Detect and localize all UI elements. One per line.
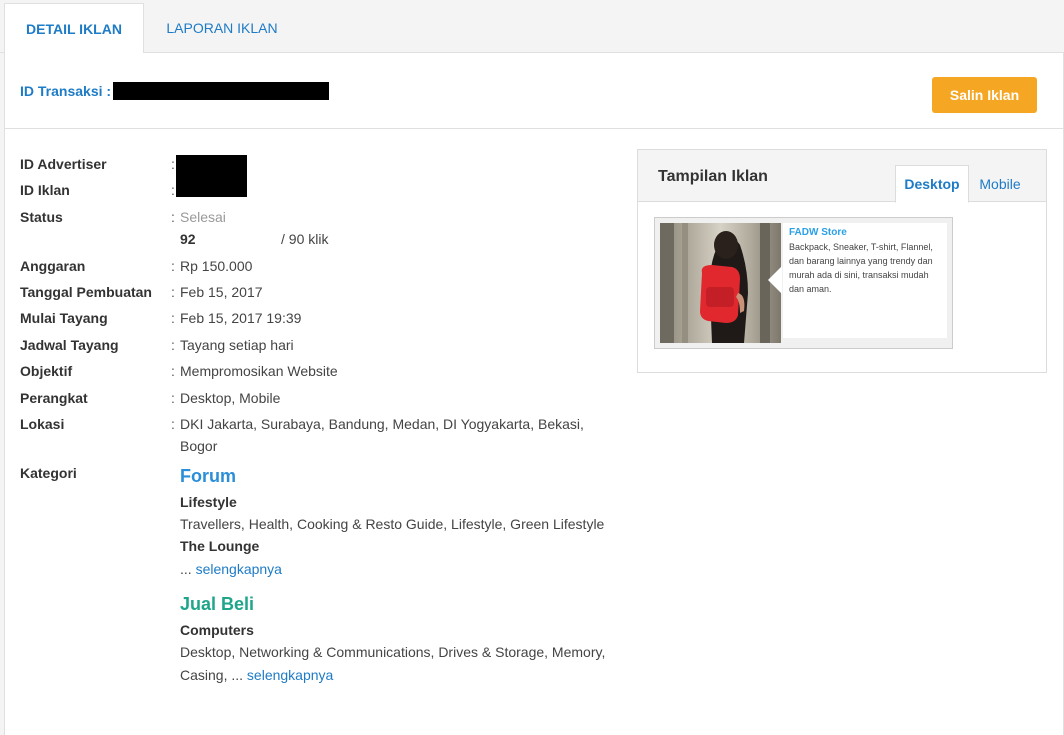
copy-ad-button[interactable]: Salin Iklan: [932, 77, 1037, 113]
preview-tab-desktop[interactable]: Desktop: [895, 165, 969, 203]
ad-preview-panel: Tampilan Iklan Desktop Mobile FADW Store…: [637, 149, 1047, 373]
detail-panel: ID Transaksi : Salin Iklan ID Advertiser…: [4, 53, 1064, 735]
ad-image: [660, 223, 781, 343]
created-value: Feb 15, 2017: [180, 284, 263, 300]
colon: :: [171, 182, 175, 198]
status-label: Status: [20, 209, 63, 225]
category-jual-beli-title: Jual Beli: [180, 594, 255, 614]
category-forum-title: Forum: [180, 466, 236, 486]
forum-lifestyle-items: Travellers, Health, Cooking & Resto Guid…: [180, 516, 605, 532]
forum-sub-lounge: The Lounge: [180, 538, 260, 554]
colon: :: [171, 284, 175, 300]
jual-items-text: Casing, ...: [180, 667, 244, 683]
preview-tab-mobile[interactable]: Mobile: [970, 165, 1030, 203]
ad-id-label: ID Iklan: [20, 182, 70, 198]
status-value: Selesai: [180, 209, 226, 225]
location-line-1: DKI Jakarta, Surabaya, Bandung, Medan, D…: [180, 416, 584, 432]
objective-label: Objektif: [20, 363, 73, 379]
clicks-total: / 90 klik: [281, 231, 329, 247]
colon: :: [171, 156, 175, 172]
ad-store-name: FADW Store: [789, 227, 847, 238]
budget-value: Rp 150.000: [180, 258, 253, 274]
jual-sub-computers: Computers: [180, 622, 254, 638]
tab-laporan-iklan[interactable]: LAPORAN IKLAN: [144, 3, 300, 53]
location-line-2: Bogor: [180, 438, 218, 454]
jual-more-link[interactable]: selengkapnya: [247, 667, 333, 683]
schedule-value: Tayang setiap hari: [180, 337, 294, 353]
created-label: Tanggal Pembuatan: [20, 284, 152, 300]
colon: :: [171, 416, 175, 432]
backpack-girl-photo: [660, 223, 770, 343]
tab-bar: DETAIL IKLAN LAPORAN IKLAN: [0, 0, 1064, 54]
advertiser-id-label: ID Advertiser: [20, 156, 107, 172]
redacted-transaction-id: [113, 82, 329, 100]
clicks-done: 92: [180, 231, 196, 247]
jual-items-line-2: Casing, ... selengkapnya: [180, 667, 333, 683]
start-label: Mulai Tayang: [20, 310, 108, 326]
ad-description: Backpack, Sneaker, T-shirt, Flannel, dan…: [789, 242, 933, 294]
ad-preview-card[interactable]: FADW Store Backpack, Sneaker, T-shirt, F…: [654, 217, 953, 349]
transaction-header: ID Transaksi : Salin Iklan: [5, 53, 1063, 129]
ellipsis: ...: [180, 561, 192, 577]
jual-items-line-1: Desktop, Networking & Communications, Dr…: [180, 644, 606, 660]
ad-preview-header: Tampilan Iklan Desktop Mobile: [638, 150, 1046, 203]
redacted-ids: [176, 155, 247, 197]
location-label: Lokasi: [20, 416, 65, 432]
colon: :: [171, 337, 175, 353]
colon: :: [171, 209, 175, 225]
ad-callout-arrow: [768, 266, 782, 294]
start-value: Feb 15, 2017 19:39: [180, 310, 302, 326]
category-label: Kategori: [20, 465, 77, 481]
colon: :: [171, 390, 175, 406]
ad-preview-title: Tampilan Iklan: [658, 168, 768, 185]
device-label: Perangkat: [20, 390, 88, 406]
forum-more-link[interactable]: selengkapnya: [196, 561, 282, 577]
transaction-id-label: ID Transaksi :: [20, 83, 112, 99]
forum-sub-lifestyle: Lifestyle: [180, 494, 237, 510]
objective-value: Mempromosikan Website: [180, 363, 338, 379]
forum-more: ... selengkapnya: [180, 561, 282, 577]
colon: :: [171, 363, 175, 379]
schedule-label: Jadwal Tayang: [20, 337, 119, 353]
colon: :: [171, 258, 175, 274]
tab-detail-iklan[interactable]: DETAIL IKLAN: [4, 3, 144, 54]
ad-text-box: FADW Store Backpack, Sneaker, T-shirt, F…: [783, 223, 947, 338]
colon: :: [171, 310, 175, 326]
budget-label: Anggaran: [20, 258, 86, 274]
device-value: Desktop, Mobile: [180, 390, 281, 406]
